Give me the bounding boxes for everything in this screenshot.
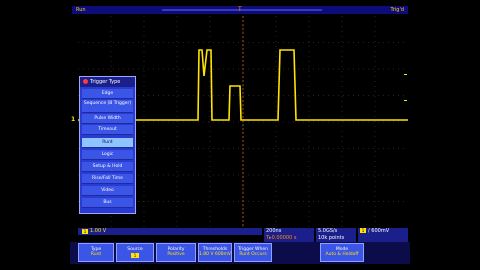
type-button[interactable]: Type Runt bbox=[78, 243, 114, 262]
menu-item-pulse-width[interactable]: Pulse Width bbox=[82, 114, 133, 124]
menu-item-setup-hold[interactable]: Setup & Hold bbox=[82, 162, 133, 172]
channel-1-badge: 1 bbox=[82, 229, 88, 234]
menu-item-video[interactable]: Video bbox=[82, 186, 133, 196]
polarity-button[interactable]: Polarity Positive bbox=[156, 243, 196, 262]
timebase-value: 200ns bbox=[266, 228, 282, 234]
acquisition-readout[interactable]: 5.0GS/s 10k points bbox=[316, 228, 356, 242]
trigger-readout[interactable]: 1/ 600mV bbox=[358, 228, 408, 242]
trigger-position-value: T▸0.00000 s bbox=[266, 235, 297, 241]
thresholds-button[interactable]: Thresholds 1.80 V 600mV bbox=[198, 243, 232, 262]
source-button[interactable]: Source 1 bbox=[116, 243, 154, 262]
trigger-source-badge: 1 bbox=[360, 228, 366, 233]
top-status-bar: Run T Trig'd bbox=[72, 6, 408, 14]
channel-1-scale: 1.00 V bbox=[90, 228, 107, 234]
record-length: 10k points bbox=[318, 235, 345, 241]
menu-item-runt[interactable]: Runt bbox=[82, 138, 133, 148]
trigger-position-icon: T bbox=[238, 6, 242, 13]
timebase-readout[interactable]: 200ns T▸0.00000 s bbox=[264, 228, 314, 242]
trigger-type-title: Trigger Type bbox=[80, 77, 135, 87]
menu-item-logic[interactable]: Logic bbox=[82, 150, 133, 160]
trigger-when-button[interactable]: Trigger When Runt Occurs bbox=[234, 243, 272, 262]
trigger-status: Trig'd bbox=[390, 7, 405, 13]
mode-button[interactable]: Mode Auto & Holdoff bbox=[320, 243, 364, 262]
sample-rate: 5.0GS/s bbox=[318, 228, 338, 234]
menu-item-edge[interactable]: Edge bbox=[82, 89, 133, 99]
run-status: Run bbox=[76, 7, 86, 13]
close-icon[interactable] bbox=[83, 79, 88, 84]
trigger-level-marker bbox=[404, 74, 408, 108]
channel-1-ground-marker[interactable]: 1 bbox=[71, 116, 79, 124]
bottom-menu-bar: Type Runt Source 1 Polarity Positive Thresh… bbox=[70, 242, 410, 264]
menu-item-sequence[interactable]: Sequence (B Trigger) bbox=[82, 100, 133, 113]
menu-item-bus[interactable]: Bus bbox=[82, 198, 133, 208]
trigger-level: / 600mV bbox=[368, 228, 390, 234]
channel-1-readout[interactable]: 1 1.00 V bbox=[78, 228, 262, 235]
menu-item-rise-fall-time[interactable]: Rise/Fall Time bbox=[82, 174, 133, 184]
menu-item-timeout[interactable]: Timeout bbox=[82, 125, 133, 135]
readout-bar: 1 1.00 V 200ns T▸0.00000 s 5.0GS/s 10k po… bbox=[78, 228, 408, 242]
trigger-type-menu: Trigger Type Edge Sequence (B Trigger) P… bbox=[79, 76, 136, 214]
